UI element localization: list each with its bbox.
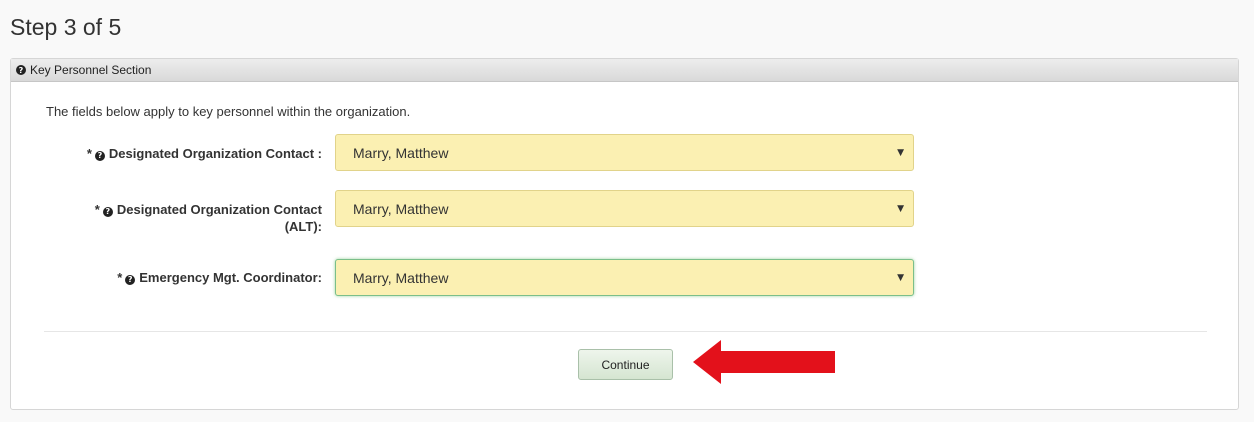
panel-heading: ? Key Personnel Section: [11, 59, 1238, 82]
key-personnel-panel: ? Key Personnel Section The fields below…: [10, 58, 1239, 410]
question-circle-icon: ?: [16, 65, 26, 75]
emergency-coordinator-select[interactable]: Marry, Matthew ▼: [335, 259, 914, 296]
emergency-coordinator-label-text: Emergency Mgt. Coordinator:: [139, 270, 322, 285]
designated-contact-alt-label: *? Designated Organization Contact (ALT):: [95, 201, 322, 235]
required-asterisk: *: [94, 202, 100, 217]
form-divider: [44, 331, 1207, 332]
designated-contact-select[interactable]: Marry, Matthew ▼: [335, 134, 914, 171]
page-title: Step 3 of 5: [10, 14, 122, 40]
panel-heading-label: Key Personnel Section: [30, 63, 152, 77]
designated-contact-label-text: Designated Organization Contact :: [108, 146, 322, 161]
question-circle-icon[interactable]: ?: [102, 206, 113, 217]
caret-down-icon: ▼: [897, 273, 904, 283]
intro-text: The fields below apply to key personnel …: [46, 104, 411, 119]
caret-down-icon: ▼: [897, 148, 904, 158]
red-arrow-annotation: [693, 340, 835, 384]
caret-down-icon: ▼: [897, 204, 904, 214]
designated-contact-alt-value: Marry, Matthew: [353, 200, 449, 217]
emergency-coordinator-label: *? Emergency Mgt. Coordinator:: [117, 269, 322, 286]
question-circle-icon[interactable]: ?: [125, 274, 136, 285]
designated-contact-label: *? Designated Organization Contact :: [87, 145, 322, 162]
designated-contact-alt-label-line2: (ALT):: [284, 219, 322, 234]
designated-contact-value: Marry, Matthew: [353, 144, 449, 161]
designated-contact-alt-select[interactable]: Marry, Matthew ▼: [335, 190, 914, 227]
required-asterisk: *: [86, 146, 92, 161]
designated-contact-alt-label-line1: Designated Organization Contact: [116, 202, 322, 217]
continue-button[interactable]: Continue: [578, 349, 673, 380]
question-circle-icon[interactable]: ?: [94, 150, 105, 161]
emergency-coordinator-value: Marry, Matthew: [353, 269, 449, 286]
required-asterisk: *: [117, 270, 123, 285]
